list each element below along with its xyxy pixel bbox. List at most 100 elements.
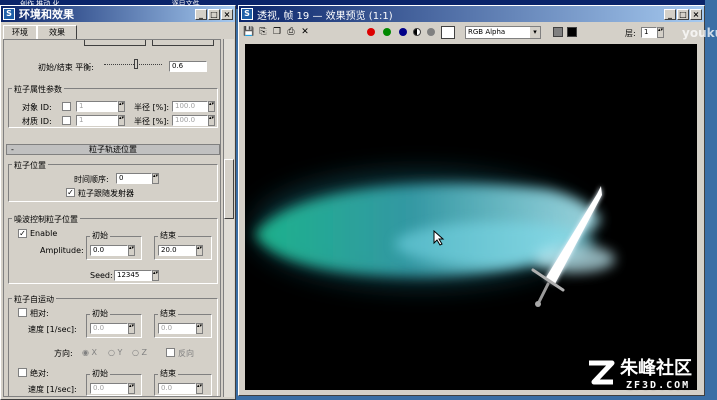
preview-maximize-button[interactable]: □ <box>677 8 689 20</box>
relative-speed-start-spinner[interactable]: ▴▾ <box>128 323 135 334</box>
direction-z-label: Z <box>141 348 148 357</box>
channel-select-value: RGB Alpha <box>468 28 506 36</box>
amplitude-end-spinner[interactable]: ▴▾ <box>196 245 203 256</box>
radius-label-1: 半径 [%]: <box>134 103 170 112</box>
render-preview-window: S 透视, 帧 19 — 效果预览 (1:1) _ □ × 💾 ⎘ ❐ ⎙ ✕ … <box>238 5 705 396</box>
balance-slider-track[interactable] <box>104 64 162 70</box>
site-logo-watermark: 朱峰社区 ZF3D.COM <box>586 352 716 396</box>
material-id-field[interactable]: 1 <box>76 115 118 126</box>
render-viewport[interactable] <box>245 44 697 390</box>
display-toggle-2[interactable] <box>567 27 577 37</box>
radius-label-2: 半径 [%]: <box>134 117 170 126</box>
preview-app-icon: S <box>241 8 253 20</box>
effects-panel: 初始/结束 平衡: 0.6 粒子属性参数 对象 ID: 1 ▴▾ 半径 [%]:… <box>3 39 221 397</box>
relative-speed-end-field[interactable]: 0.0 <box>158 323 196 334</box>
noise-enable-checkbox[interactable]: ✓ <box>18 229 27 238</box>
maximize-button[interactable]: □ <box>208 8 220 20</box>
relative-end-title: 结束 <box>158 308 178 319</box>
preview-minimize-button[interactable]: _ <box>664 8 676 20</box>
chevron-down-icon: ▾ <box>530 27 540 38</box>
object-id-checkbox[interactable] <box>62 102 71 111</box>
time-order-spinner[interactable]: ▴▾ <box>152 173 159 184</box>
absolute-speed-start-field[interactable]: 0.0 <box>90 383 128 394</box>
preview-title: 透视, 帧 19 — 效果预览 (1:1) <box>257 10 393 22</box>
radius-field-2[interactable]: 100.0 <box>172 115 208 126</box>
time-order-field[interactable]: 0 <box>116 173 152 184</box>
object-id-spinner[interactable]: ▴▾ <box>118 101 125 112</box>
time-order-label: 时间顺序: <box>74 175 109 184</box>
green-channel-icon[interactable] <box>383 28 391 36</box>
color-swatch[interactable] <box>441 26 455 39</box>
amplitude-start-field[interactable]: 0.0 <box>90 245 128 256</box>
3dsmax-app-icon: S <box>3 8 15 20</box>
scrollbar-thumb[interactable] <box>224 159 234 219</box>
relative-label: 相对: <box>30 309 49 318</box>
particle-position-title: 粒子位置 <box>12 160 48 171</box>
radius-spinner-2[interactable]: ▴▾ <box>208 115 215 126</box>
radius-spinner-1[interactable]: ▴▾ <box>208 101 215 112</box>
radius-field-1[interactable]: 100.0 <box>172 101 208 112</box>
clear-icon[interactable]: ✕ <box>299 25 311 39</box>
direction-label: 方向: <box>54 349 73 358</box>
youku-watermark: youku <box>682 26 717 40</box>
trajectory-rollout-bar[interactable]: - 粒子轨迹位置 <box>6 144 220 155</box>
absolute-speed-end-field[interactable]: 0.0 <box>158 383 196 394</box>
noise-group-title: 噪波控制粒子位置 <box>12 214 80 225</box>
red-channel-icon[interactable] <box>367 28 375 36</box>
seed-spinner[interactable]: ▴▾ <box>152 270 159 281</box>
relative-speed-end-spinner[interactable]: ▴▾ <box>196 323 203 334</box>
absolute-label: 绝对: <box>30 369 49 378</box>
tab-environment[interactable]: 环境 <box>3 25 37 39</box>
save-icon[interactable]: 💾 <box>243 25 255 39</box>
absolute-speed-end-spinner[interactable]: ▴▾ <box>196 383 203 394</box>
alpha-channel-icon[interactable] <box>413 28 421 36</box>
amplitude-start-spinner[interactable]: ▴▾ <box>128 245 135 256</box>
clipped-button-1[interactable] <box>84 40 146 46</box>
trajectory-rollout-title: 粒子轨迹位置 <box>89 145 137 154</box>
noise-enable-label: Enable <box>30 229 58 238</box>
env-panel-scrollbar[interactable] <box>223 39 234 397</box>
material-id-checkbox[interactable] <box>62 116 71 125</box>
display-toggle-1[interactable] <box>553 27 563 37</box>
env-tabs: 环境 效果 <box>3 25 77 39</box>
mono-channel-icon[interactable] <box>427 28 435 36</box>
layer-spinner[interactable]: ▴▾ <box>657 27 664 38</box>
zf3d-logo-icon <box>589 360 615 385</box>
relative-speed-start-field[interactable]: 0.0 <box>90 323 128 334</box>
object-id-field[interactable]: 1 <box>76 101 118 112</box>
follow-emitter-checkbox[interactable]: ✓ <box>66 188 75 197</box>
reverse-checkbox[interactable] <box>166 348 175 357</box>
layer-label: 层: <box>625 29 636 38</box>
site-url-text: ZF3D.COM <box>626 380 691 391</box>
blue-channel-icon[interactable] <box>399 28 407 36</box>
close-button[interactable]: × <box>221 8 233 20</box>
channel-select[interactable]: RGB Alpha ▾ <box>465 26 541 39</box>
absolute-speed-start-spinner[interactable]: ▴▾ <box>128 383 135 394</box>
amplitude-end-field[interactable]: 20.0 <box>158 245 196 256</box>
preview-close-button[interactable]: × <box>690 8 702 20</box>
env-window-titlebar: S 环境和效果 _ □ × <box>1 6 235 22</box>
seed-label: Seed: <box>90 271 113 280</box>
minimize-button[interactable]: _ <box>195 8 207 20</box>
balance-value-field[interactable]: 0.6 <box>169 61 207 72</box>
relative-start-title: 初始 <box>90 308 110 319</box>
object-id-label: 对象 ID: <box>22 103 52 112</box>
seed-field[interactable]: 12345 <box>114 270 152 281</box>
layer-field[interactable]: 1 <box>641 27 657 38</box>
clipped-button-2[interactable] <box>152 40 214 46</box>
balance-slider-thumb[interactable] <box>134 59 138 69</box>
particle-trail-hotspot <box>535 245 615 273</box>
direction-z-radio[interactable]: ○ Z <box>132 348 147 357</box>
start-end-balance-label: 初始/结束 平衡: <box>38 63 94 72</box>
copy-icon[interactable]: ⎘ <box>257 25 269 39</box>
absolute-checkbox[interactable] <box>18 368 27 377</box>
direction-y-radio[interactable]: ○ Y <box>108 348 122 357</box>
clone-icon[interactable]: ❐ <box>271 25 283 39</box>
self-motion-title: 粒子自运动 <box>12 294 56 305</box>
noise-start-title: 初始 <box>90 230 110 241</box>
tab-effects[interactable]: 效果 <box>37 25 77 39</box>
direction-x-radio[interactable]: ◉ X <box>82 348 97 357</box>
print-icon[interactable]: ⎙ <box>285 25 297 39</box>
material-id-spinner[interactable]: ▴▾ <box>118 115 125 126</box>
relative-checkbox[interactable] <box>18 308 27 317</box>
